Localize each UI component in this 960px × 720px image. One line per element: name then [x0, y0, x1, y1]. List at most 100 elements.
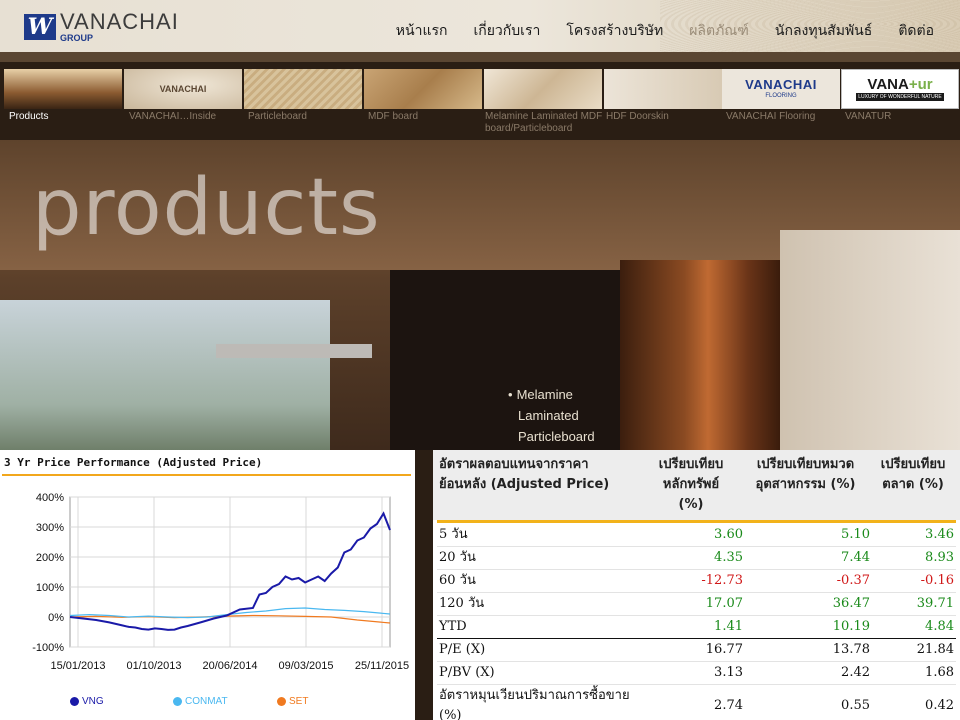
header-rule — [437, 520, 956, 523]
logo-sub: GROUP — [60, 33, 94, 43]
thumb-flooring[interactable]: VANACHAI FLOORING — [722, 69, 840, 109]
nav-home[interactable]: หน้าแรก — [396, 20, 448, 42]
row-label: 120 วัน — [439, 596, 485, 611]
row-label: P/E (X) — [439, 642, 486, 657]
row-value: -0.16 — [920, 573, 954, 588]
legend-vng[interactable]: VNG — [70, 696, 104, 707]
caption-line-2: Laminated — [518, 408, 579, 423]
row-value: 21.84 — [916, 642, 954, 657]
legend-conmat[interactable]: CONMAT — [173, 696, 228, 707]
thumb-vanatur-b: +ur — [908, 76, 933, 93]
y-tick-label: 400% — [36, 492, 64, 504]
row-value: 0.55 — [841, 698, 870, 713]
logo-name: VANACHAI — [60, 9, 179, 34]
header-security: เปรียบเทียบ หลักทรัพย์ (%) — [641, 455, 741, 515]
row-value: 16.77 — [705, 642, 743, 657]
row-value: 10.19 — [832, 619, 870, 634]
hero-title: products — [32, 163, 381, 253]
table-row: 60 วัน -12.73 -0.37 -0.16 — [437, 570, 956, 593]
thumb-particleboard[interactable] — [244, 69, 362, 109]
row-value: 17.07 — [705, 596, 743, 611]
thumb-label-hdf[interactable]: HDF Doorskin — [606, 111, 724, 123]
row-value: 1.41 — [714, 619, 743, 634]
nav-contact[interactable]: ติดต่อ — [898, 20, 934, 42]
thumb-label-flooring[interactable]: VANACHAI Flooring — [726, 111, 844, 123]
header-market-line-2: ตลาด (%) — [882, 477, 944, 492]
thumb-label-mdf[interactable]: MDF board — [368, 111, 486, 123]
header-period: อัตราผลตอบแทนจากราคา ย้อนหลัง (Adjusted … — [439, 455, 609, 495]
x-tick-label: 09/03/2015 — [278, 660, 333, 672]
legend-set[interactable]: SET — [277, 696, 308, 707]
thumb-flooring-brand: VANACHAI — [745, 77, 817, 92]
header-market: เปรียบเทียบ ตลาด (%) — [871, 455, 955, 495]
caption-line-3: Particleboard — [518, 429, 595, 444]
legend-dot-vng — [70, 697, 79, 706]
row-value: 3.13 — [714, 665, 743, 680]
row-value: 3.60 — [714, 527, 743, 542]
row-label-line: อัตราหมุนเวียนปริมาณการซื้อขาย — [439, 688, 630, 703]
row-value: 13.78 — [832, 642, 870, 657]
y-tick-label: 100% — [36, 582, 64, 594]
hero-hood — [216, 344, 372, 358]
thumb-vanatur[interactable]: VANA +ur LUXURY OF WONDERFUL NATURE — [841, 69, 959, 109]
hero-wall — [780, 230, 960, 450]
legend-label-vng: VNG — [82, 696, 104, 707]
header-industry: เปรียบเทียบหมวด อุตสาหกรรม (%) — [743, 455, 868, 495]
product-thumbnail-strip: Products VANACHAI VANACHAI…Inside Partic… — [0, 62, 960, 140]
hero-caption: • Melamine Laminated Particleboard — [508, 384, 595, 447]
vanachai-logo[interactable]: W VANACHAI GROUP — [24, 9, 179, 43]
header-market-line-1: เปรียบเทียบ — [880, 457, 946, 472]
thumb-vanachai-inside[interactable]: VANACHAI — [124, 69, 242, 109]
nav-structure[interactable]: โครงสร้างบริษัท — [566, 20, 663, 42]
thumb-label-melamine[interactable]: Melamine Laminated MDF board/Particleboa… — [485, 111, 603, 135]
legend-label-conmat: CONMAT — [185, 696, 228, 707]
header-security-line-3: (%) — [678, 497, 704, 512]
thumb-label-particleboard[interactable]: Particleboard — [248, 111, 366, 123]
header-security-line-1: เปรียบเทียบ — [658, 457, 724, 472]
thumb-products[interactable] — [4, 69, 122, 109]
thumb-vanatur-a: VANA — [867, 76, 909, 93]
thumb-melamine[interactable] — [484, 69, 602, 109]
thumb-hdf[interactable] — [604, 69, 722, 109]
thumb-label-products[interactable]: Products — [9, 111, 127, 123]
nav-about[interactable]: เกี่ยวกับเรา — [473, 20, 540, 42]
price-chart: 400% 300% 200% 100% 0% -100% 15/01/2013 01/10/2… — [32, 492, 409, 672]
row-label: 20 วัน — [439, 550, 476, 565]
bullet-icon: • — [508, 387, 513, 402]
row-value: -0.37 — [836, 573, 870, 588]
row-value: 7.44 — [841, 550, 870, 565]
y-tick-label: 300% — [36, 522, 64, 534]
thumb-label-vanatur[interactable]: VANATUR — [845, 111, 960, 123]
table-row: 20 วัน 4.35 7.44 8.93 — [437, 547, 956, 570]
chart-title-rule — [2, 474, 411, 476]
row-label: 60 วัน — [439, 573, 476, 588]
returns-table: อัตราผลตอบแทนจากราคา ย้อนหลัง (Adjusted … — [433, 450, 960, 720]
site-header: W VANACHAI GROUP หน้าแรก เกี่ยวกับเรา โค… — [0, 0, 960, 60]
row-label: อัตราหมุนเวียนปริมาณการซื้อขาย (%) — [439, 686, 630, 720]
header-security-line-2: หลักทรัพย์ — [662, 477, 720, 492]
logo-mark: W — [24, 14, 56, 40]
thumb-label-inside[interactable]: VANACHAI…Inside — [129, 111, 247, 123]
row-label: 5 วัน — [439, 527, 468, 542]
thumb-inside-brand: VANACHAI — [159, 84, 207, 94]
y-tick-label: -100% — [32, 642, 64, 654]
row-value: 8.93 — [925, 550, 954, 565]
row-value: 3.46 — [925, 527, 954, 542]
thumb-flooring-sub: FLOORING — [765, 93, 797, 99]
hero-banner: products • Melamine Laminated Particleboa… — [0, 140, 960, 450]
hero-wood-panel — [620, 260, 780, 450]
table-row: YTD 1.41 10.19 4.84 — [437, 616, 956, 639]
row-value: 39.71 — [916, 596, 954, 611]
table-row: P/E (X) 16.77 13.78 21.84 — [437, 639, 956, 662]
nav-products[interactable]: ผลิตภัณฑ์ — [689, 20, 749, 42]
table-row: 5 วัน 3.60 5.10 3.46 — [437, 524, 956, 547]
header-period-line-1: อัตราผลตอบแทนจากราคา — [439, 457, 589, 472]
legend-dot-set — [277, 697, 286, 706]
main-nav: หน้าแรก เกี่ยวกับเรา โครงสร้างบริษัท ผลิ… — [396, 20, 934, 42]
nav-investor[interactable]: นักลงทุนสัมพันธ์ — [775, 20, 872, 42]
row-value: 1.68 — [925, 665, 954, 680]
thumb-mdf[interactable] — [364, 69, 482, 109]
caption-line-1: Melamine — [516, 387, 573, 402]
table-row: อัตราหมุนเวียนปริมาณการซื้อขาย (%) 2.74 0.5… — [437, 685, 956, 720]
row-value: 5.10 — [841, 527, 870, 542]
